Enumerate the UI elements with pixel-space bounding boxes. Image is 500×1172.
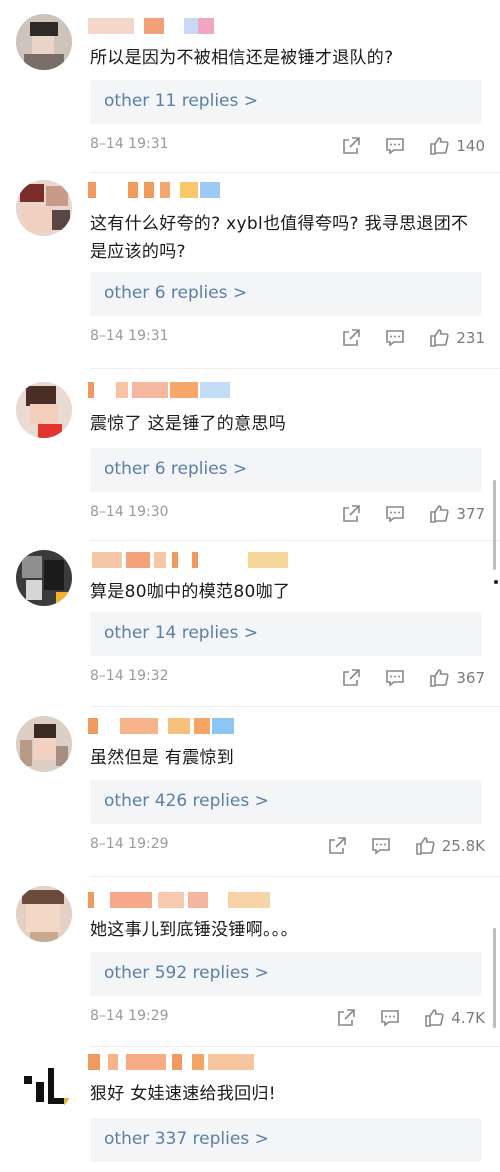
username-pixelated[interactable] (88, 18, 268, 36)
comment-meta: 8–14 19:29 4.7K (90, 1006, 485, 1030)
comment-actions: 231 (340, 326, 485, 350)
comment-text: 她这事儿到底锤没锤啊。。。 (90, 920, 298, 940)
scrollbar[interactable] (493, 480, 496, 570)
thumbs-up-icon[interactable] (423, 1007, 445, 1029)
more-replies-button[interactable]: other 11 replies > (90, 80, 482, 124)
avatar[interactable] (16, 886, 72, 942)
comment-item: 算是80咖中的模范80咖了 other 14 replies > 8–14 19… (0, 540, 500, 706)
like-count: 140 (456, 137, 485, 155)
comment-icon[interactable] (384, 503, 406, 525)
more-replies-label: other 592 replies > (104, 963, 269, 983)
thumbs-up-icon[interactable] (428, 327, 450, 349)
username-pixelated[interactable] (88, 182, 268, 200)
comment-icon[interactable] (384, 327, 406, 349)
avatar[interactable] (16, 180, 72, 236)
more-replies-button[interactable]: other 6 replies > (90, 272, 482, 316)
more-replies-label: other 337 replies > (104, 1129, 269, 1149)
avatar[interactable] (16, 1058, 72, 1114)
avatar[interactable] (16, 716, 72, 772)
more-replies-button[interactable]: other 592 replies > (90, 952, 482, 996)
timestamp: 8–14 19:31 (90, 328, 169, 344)
comment-text: 震惊了 这是锤了的意思吗 (90, 414, 287, 434)
comment-meta: 8–14 19:31 140 (90, 134, 485, 158)
like-count: 4.7K (451, 1009, 485, 1027)
timestamp: 8–14 19:29 (90, 1008, 169, 1024)
more-replies-button[interactable]: other 426 replies > (90, 780, 482, 824)
more-replies-label: other 6 replies > (104, 283, 248, 303)
like-count: 367 (456, 669, 485, 687)
avatar[interactable] (16, 382, 72, 438)
comment-text: 这有什么好夸的? xybl也值得夸吗? 我寻思退团不是应该的吗? (90, 214, 469, 262)
share-icon[interactable] (340, 503, 362, 525)
comment-item: 虽然但是 有震惊到 other 426 replies > 8–14 19:29… (0, 706, 500, 874)
share-icon[interactable] (326, 835, 348, 857)
comment-actions: 377 (340, 502, 485, 526)
share-icon[interactable] (340, 327, 362, 349)
comment-meta: 8–14 19:32 367 (90, 666, 485, 690)
comment-icon[interactable] (384, 667, 406, 689)
share-icon[interactable] (340, 135, 362, 157)
comment-text: 虽然但是 有震惊到 (90, 748, 235, 768)
username-pixelated[interactable] (88, 1054, 268, 1072)
comment-meta: 8–14 19:31 231 (90, 326, 485, 350)
comment-item: 震惊了 这是锤了的意思吗 other 6 replies > 8–14 19:3… (0, 370, 500, 538)
divider (90, 368, 500, 369)
share-icon[interactable] (335, 1007, 357, 1029)
comment-text: 所以是因为不被相信还是被锤才退队的? (90, 48, 394, 68)
comment-actions: 367 (340, 666, 485, 690)
comment-item: 她这事儿到底锤没锤啊。。。 other 592 replies > 8–14 1… (0, 876, 500, 1046)
share-icon[interactable] (340, 667, 362, 689)
comment-item: 所以是因为不被相信还是被锤才退队的? other 11 replies > 8–… (0, 0, 500, 170)
more-replies-label: other 426 replies > (104, 791, 269, 811)
more-replies-button[interactable]: other 14 replies > (90, 612, 482, 656)
thumbs-up-icon[interactable] (414, 835, 436, 857)
more-replies-label: other 6 replies > (104, 459, 248, 479)
more-replies-label: other 11 replies > (104, 91, 259, 111)
timestamp: 8–14 19:29 (90, 836, 169, 852)
more-replies-button[interactable]: other 337 replies > (90, 1118, 482, 1162)
like-count: 377 (456, 505, 485, 523)
thumbs-up-icon[interactable] (428, 135, 450, 157)
comment-item: 这有什么好夸的? xybl也值得夸吗? 我寻思退团不是应该的吗? other 6… (0, 172, 500, 364)
scroll-indicator-dot (494, 580, 498, 584)
comment-text: 算是80咖中的模范80咖了 (90, 582, 291, 602)
comment-item: 狠好 女娃速速给我回归! other 337 replies > (0, 1046, 500, 1172)
comment-meta: 8–14 19:30 377 (90, 502, 485, 526)
comment-actions: 4.7K (335, 1006, 485, 1030)
more-replies-button[interactable]: other 6 replies > (90, 448, 482, 492)
like-count: 231 (456, 329, 485, 347)
comment-icon[interactable] (379, 1007, 401, 1029)
comment-feed: 所以是因为不被相信还是被锤才退队的? other 11 replies > 8–… (0, 0, 500, 1172)
thumbs-up-icon[interactable] (428, 667, 450, 689)
thumbs-up-icon[interactable] (428, 503, 450, 525)
comment-meta: 8–14 19:29 25.8K (90, 834, 485, 858)
comment-text: 狠好 女娃速速给我回归! (90, 1084, 276, 1104)
timestamp: 8–14 19:30 (90, 504, 169, 520)
scrollbar[interactable] (493, 928, 496, 1028)
more-replies-label: other 14 replies > (104, 623, 259, 643)
timestamp: 8–14 19:31 (90, 136, 169, 152)
comment-actions: 140 (340, 134, 485, 158)
username-pixelated[interactable] (88, 552, 288, 570)
comment-actions: 25.8K (326, 834, 485, 858)
comment-icon[interactable] (370, 835, 392, 857)
avatar[interactable] (16, 14, 72, 70)
username-pixelated[interactable] (88, 892, 270, 910)
comment-icon[interactable] (384, 135, 406, 157)
username-pixelated[interactable] (88, 382, 268, 400)
avatar[interactable] (16, 550, 72, 606)
username-pixelated[interactable] (88, 718, 268, 736)
timestamp: 8–14 19:32 (90, 668, 169, 684)
like-count: 25.8K (441, 837, 485, 855)
